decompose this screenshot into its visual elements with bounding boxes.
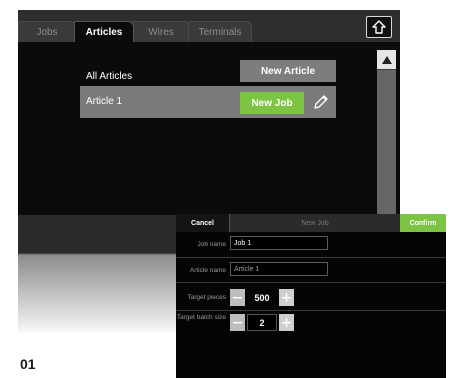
- divider: [176, 282, 446, 283]
- target-batch-stepper: 2: [230, 314, 294, 331]
- scrollbar[interactable]: [377, 50, 396, 215]
- home-outline-icon: [372, 20, 386, 34]
- target-pieces-value[interactable]: 500: [245, 289, 279, 306]
- dialog-header: Cancel New Job Confirm: [176, 214, 446, 232]
- target-batch-label: Target batch size: [176, 314, 226, 321]
- home-button[interactable]: [366, 16, 392, 38]
- plus-icon: [282, 318, 291, 327]
- tab-terminals[interactable]: Terminals: [188, 21, 252, 42]
- tab-articles[interactable]: Articles: [74, 21, 134, 42]
- dialog-title: New Job: [301, 219, 329, 227]
- increment-button[interactable]: [279, 289, 294, 306]
- plus-icon: [282, 293, 291, 302]
- target-pieces-stepper: 500: [230, 289, 294, 306]
- device-screen: Jobs Articles Wires Terminals All Articl…: [18, 10, 400, 215]
- screen-reflection: [18, 215, 178, 335]
- job-name-input[interactable]: Job 1: [230, 236, 328, 250]
- target-batch-value[interactable]: 2: [247, 314, 277, 331]
- divider: [176, 257, 446, 258]
- decrement-button[interactable]: [230, 289, 245, 306]
- scroll-up-button[interactable]: [377, 50, 396, 69]
- scroll-thumb[interactable]: [377, 70, 396, 215]
- tab-wires[interactable]: Wires: [132, 21, 190, 42]
- article-name-label: Article name: [189, 267, 226, 274]
- decrement-button[interactable]: [230, 314, 245, 331]
- tab-bar: Jobs Articles Wires Terminals: [18, 10, 400, 42]
- new-job-button[interactable]: New Job: [240, 92, 304, 114]
- pencil-icon[interactable]: [312, 93, 330, 111]
- divider: [176, 310, 446, 311]
- tab-jobs[interactable]: Jobs: [18, 21, 76, 42]
- all-articles-heading: All Articles: [86, 71, 133, 82]
- article-name-input[interactable]: Article 1: [230, 262, 328, 276]
- article-row[interactable]: Article 1 New Job: [80, 86, 336, 118]
- figure: Jobs Articles Wires Terminals All Articl…: [0, 0, 462, 378]
- job-name-label: Job name: [197, 241, 226, 248]
- confirm-button[interactable]: Confirm: [400, 214, 446, 232]
- minus-icon: [233, 297, 242, 299]
- new-article-button[interactable]: New Article: [240, 60, 336, 82]
- cancel-button[interactable]: Cancel: [176, 214, 230, 232]
- article-name: Article 1: [86, 96, 123, 107]
- new-job-dialog: Cancel New Job Confirm Job name Job 1 Ar…: [176, 214, 446, 378]
- target-pieces-label: Target pieces: [187, 294, 226, 301]
- triangle-up-icon: [381, 55, 392, 64]
- figure-number: 01: [20, 356, 36, 372]
- increment-button[interactable]: [279, 314, 294, 331]
- minus-icon: [233, 322, 242, 324]
